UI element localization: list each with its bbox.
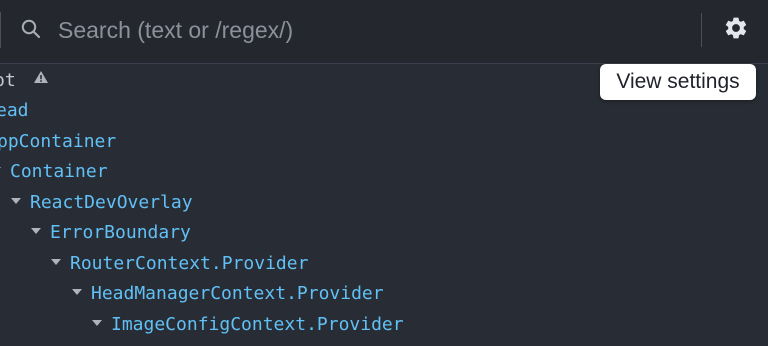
tree-row-label: HeadManagerContext.Provider [91,283,384,304]
tree-row[interactable]: ErrorBoundary [31,218,191,248]
tree-row[interactable]: HeadManagerContext.Provider [72,279,384,309]
warning-icon [33,64,49,94]
tree-row[interactable]: RouterContext.Provider [51,249,308,279]
tree-row-label: RouterContext.Provider [70,253,309,274]
collapse-arrow-icon[interactable] [31,228,41,234]
gear-icon [723,15,749,46]
toolbar-divider-left [0,12,1,48]
tree-row[interactable]: ReactDevOverlay [11,188,193,218]
settings-button[interactable] [718,12,754,48]
tree-row-label: ot [0,70,16,91]
tree-row[interactable]: ImageConfigContext.Provider [92,310,404,340]
tree-row-root[interactable]: ot [0,66,49,96]
component-tree: ot ead ppContainer Container ReactDevOve… [0,66,768,346]
tree-row-label: ppContainer [0,131,117,152]
devtools-toolbar [0,0,768,64]
tree-row-label: ImageConfigContext.Provider [111,314,404,335]
toolbar-divider-right [701,13,702,47]
tree-row[interactable]: ead [0,96,29,126]
collapse-arrow-icon[interactable] [72,289,82,295]
search-icon [20,18,42,40]
tree-row-label: ead [0,100,29,121]
tree-row-label: ReactDevOverlay [30,192,193,213]
tree-row[interactable]: ppContainer [0,127,116,157]
tree-row-label: Container [10,161,108,182]
collapse-arrow-icon[interactable] [11,198,21,204]
collapse-arrow-icon[interactable] [51,259,61,265]
tree-row[interactable]: Container [0,157,108,187]
collapse-arrow-icon[interactable] [92,320,102,326]
search-input[interactable] [58,12,688,48]
collapse-arrow-icon[interactable] [0,167,1,173]
tree-row-label: ErrorBoundary [50,222,191,243]
